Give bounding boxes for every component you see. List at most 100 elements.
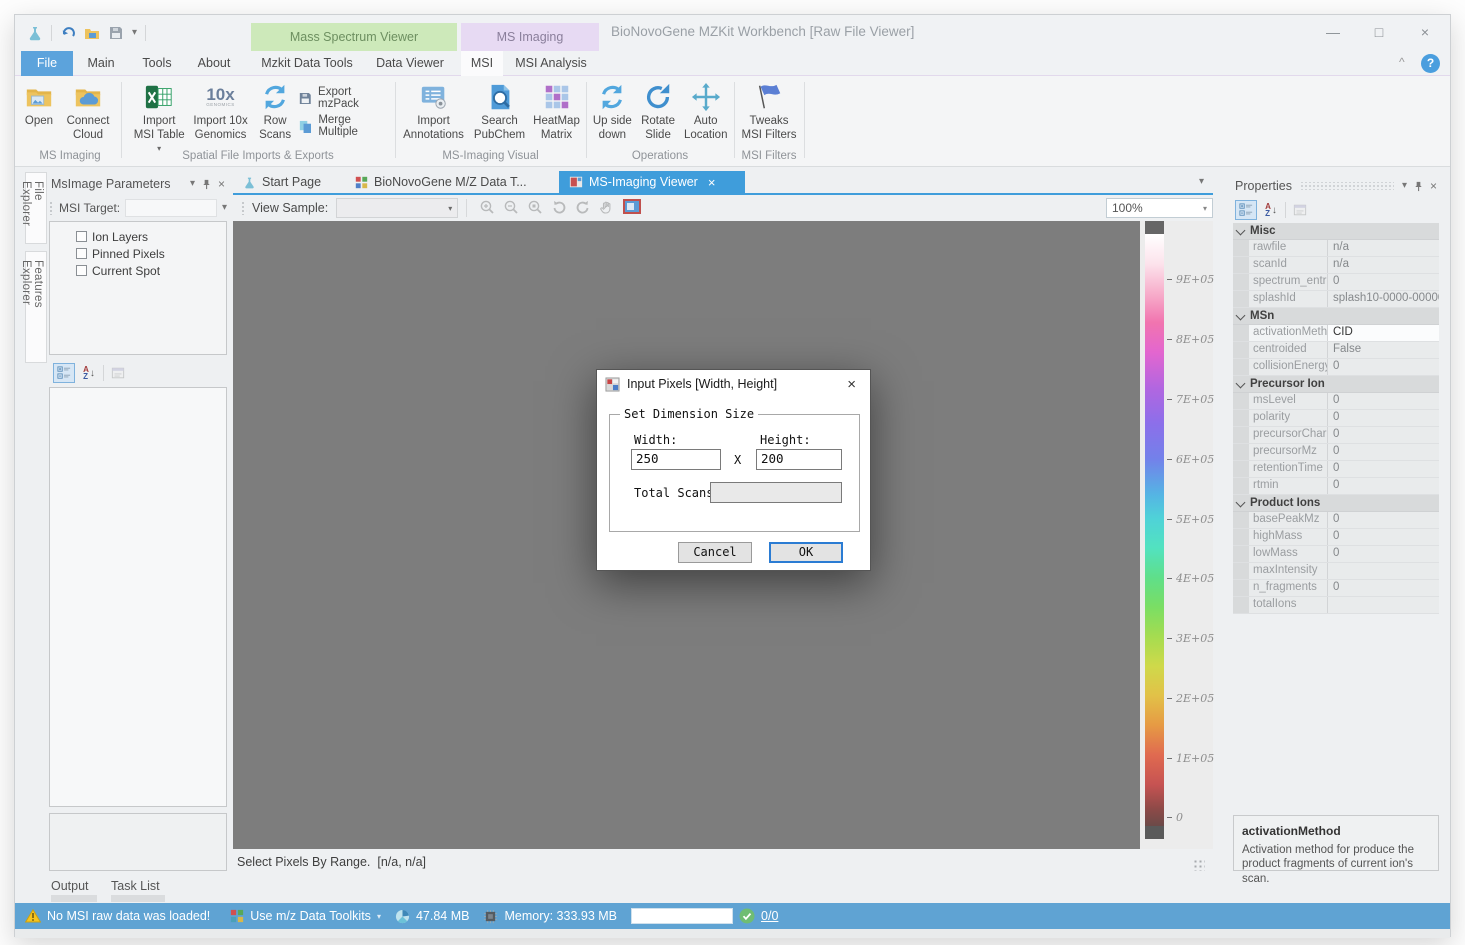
property-row[interactable]: msLevel0 — [1233, 393, 1439, 410]
sidebar-tab-features-explorer[interactable]: Features Explorer — [25, 251, 47, 363]
pan-hand-icon[interactable] — [599, 199, 615, 218]
sidebar-tab-file-explorer[interactable]: File Explorer — [25, 172, 47, 244]
cancel-button[interactable]: Cancel — [678, 542, 752, 563]
view-sample-combobox[interactable]: ▾ — [336, 198, 458, 218]
property-pages-button[interactable] — [1289, 200, 1311, 220]
export-mzpack-button[interactable]: Export mzPack — [298, 86, 393, 110]
property-row[interactable]: n_fragments0 — [1233, 580, 1439, 597]
toolkits-button[interactable]: Use m/z Data Toolkits — [250, 909, 371, 923]
tree-item-pinned-pixels[interactable]: Pinned Pixels — [76, 245, 222, 262]
property-row[interactable]: spectrum_entr0 — [1233, 274, 1439, 291]
save-icon[interactable] — [108, 25, 124, 41]
alphabetical-sort-button[interactable]: AZ ↓ — [78, 363, 100, 383]
zoom-fit-icon[interactable] — [527, 199, 543, 218]
categorized-button[interactable] — [53, 363, 75, 383]
heatmap-matrix-button[interactable]: HeatMap Matrix — [531, 80, 583, 144]
panel-dropdown-icon[interactable]: ▾ — [190, 179, 195, 189]
tab-data-viewer[interactable]: Data Viewer — [363, 51, 457, 76]
tab-msi-analysis[interactable]: MSI Analysis — [503, 51, 599, 76]
dialog-close-icon[interactable]: × — [841, 376, 862, 393]
panel-close-icon[interactable]: × — [1430, 181, 1437, 191]
property-row[interactable]: totalIons — [1233, 597, 1439, 614]
property-row[interactable]: basePeakMz0 — [1233, 512, 1439, 529]
collapse-ribbon-icon[interactable]: ^ — [1399, 55, 1405, 69]
open-button[interactable]: Open — [21, 80, 57, 131]
property-row[interactable]: maxIntensity — [1233, 563, 1439, 580]
maximize-button[interactable]: □ — [1361, 19, 1397, 45]
toolbar-grip[interactable] — [241, 201, 246, 215]
bottom-tab-output[interactable]: Output — [51, 879, 89, 893]
zoom-out-icon[interactable] — [503, 199, 519, 218]
panel-close-icon[interactable]: × — [218, 179, 225, 189]
tab-main[interactable]: Main — [73, 51, 129, 76]
property-row[interactable]: polarity0 — [1233, 410, 1439, 427]
property-row[interactable]: highMass0 — [1233, 529, 1439, 546]
property-row[interactable]: rawfilen/a — [1233, 240, 1439, 257]
bottom-tab-task-list[interactable]: Task List — [111, 879, 160, 893]
resize-grip[interactable] — [1193, 859, 1205, 871]
property-row[interactable]: rtmin0 — [1233, 478, 1439, 495]
category-misc[interactable]: Misc — [1233, 223, 1439, 240]
close-button[interactable]: × — [1407, 19, 1443, 45]
property-row[interactable]: lowMass0 — [1233, 546, 1439, 563]
qat-dropdown-icon[interactable]: ▾ — [132, 28, 137, 38]
tab-mzkit-data-tools[interactable]: Mzkit Data Tools — [253, 51, 361, 76]
minimize-button[interactable]: — — [1315, 19, 1351, 45]
height-input[interactable]: 200 — [756, 449, 842, 470]
tab-msi[interactable]: MSI — [461, 51, 503, 76]
connect-cloud-button[interactable]: Connect Cloud — [57, 80, 119, 144]
toolkits-dropdown-icon[interactable]: ▾ — [377, 912, 381, 921]
region-select-icon[interactable] — [623, 199, 641, 217]
import-10x-genomics-button[interactable]: 10x GENOMICS Import 10x Genomics — [189, 80, 251, 144]
rotate-right-icon[interactable] — [575, 199, 591, 218]
property-row[interactable]: scanIdn/a — [1233, 257, 1439, 274]
doc-tab-ms-imaging-viewer[interactable]: MS-Imaging Viewer × — [559, 171, 745, 193]
categorized-button[interactable] — [1235, 200, 1257, 220]
tab-close-icon[interactable]: × — [708, 175, 716, 190]
property-row[interactable]: splashIdsplash10-0000-0000000 — [1233, 291, 1439, 308]
property-row[interactable]: precursorChar0 — [1233, 427, 1439, 444]
tweaks-msi-filters-button[interactable]: Tweaks MSI Filters — [738, 80, 800, 144]
tree-item-ion-layers[interactable]: Ion Layers — [76, 228, 222, 245]
property-row[interactable]: precursorMz0 — [1233, 444, 1439, 461]
auto-location-button[interactable]: Auto Location — [679, 80, 732, 144]
pin-icon[interactable] — [1413, 181, 1424, 192]
import-annotations-button[interactable]: Import Annotations — [399, 80, 469, 144]
msi-target-input[interactable] — [125, 199, 217, 217]
dialog-title-bar[interactable]: Input Pixels [Width, Height] × — [597, 370, 870, 398]
tree-item-current-spot[interactable]: Current Spot — [76, 262, 222, 279]
rotate-left-icon[interactable] — [551, 199, 567, 218]
row-scans-button[interactable]: Row Scans — [252, 80, 299, 144]
property-pages-button[interactable] — [107, 363, 129, 383]
property-row[interactable]: collisionEnergy0 — [1233, 359, 1439, 376]
tab-tools[interactable]: Tools — [129, 51, 185, 76]
category-product-ions[interactable]: Product Ions — [1233, 495, 1439, 512]
panel-dropdown-icon[interactable]: ▾ — [1402, 181, 1407, 191]
zoom-in-icon[interactable] — [479, 199, 495, 218]
open-folder-icon[interactable] — [84, 25, 100, 41]
property-row-selected[interactable]: activationMethCID — [1233, 325, 1439, 342]
property-row[interactable]: centroidedFalse — [1233, 342, 1439, 359]
search-pubchem-button[interactable]: Search PubChem — [469, 80, 531, 144]
undo-icon[interactable] — [60, 25, 76, 41]
merge-multiple-button[interactable]: Merge Multiple — [298, 114, 393, 138]
doc-tab-start-page[interactable]: Start Page — [233, 171, 343, 193]
category-msn[interactable]: MSn — [1233, 308, 1439, 325]
tab-about[interactable]: About — [185, 51, 243, 76]
import-msi-table-button[interactable]: Import MSI Table ▾ — [129, 80, 189, 158]
category-precursor-ion[interactable]: Precursor Ion — [1233, 376, 1439, 393]
up-side-down-button[interactable]: Up side down — [588, 80, 637, 144]
pin-icon[interactable] — [201, 179, 212, 190]
toolbar-grip[interactable] — [49, 201, 54, 215]
checkbox[interactable] — [76, 231, 87, 242]
rotate-slide-button[interactable]: Rotate Slide — [637, 80, 680, 144]
zoom-level-combobox[interactable]: 100%▾ — [1106, 198, 1213, 218]
help-button[interactable]: ? — [1421, 54, 1440, 73]
alphabetical-sort-button[interactable]: AZ ↓ — [1260, 200, 1282, 220]
tab-file[interactable]: File — [21, 51, 73, 76]
checkbox[interactable] — [76, 248, 87, 259]
property-row[interactable]: retentionTime0 — [1233, 461, 1439, 478]
checkbox[interactable] — [76, 265, 87, 276]
task-counter-link[interactable]: 0/0 — [761, 909, 778, 923]
width-input[interactable]: 250 — [631, 449, 721, 470]
